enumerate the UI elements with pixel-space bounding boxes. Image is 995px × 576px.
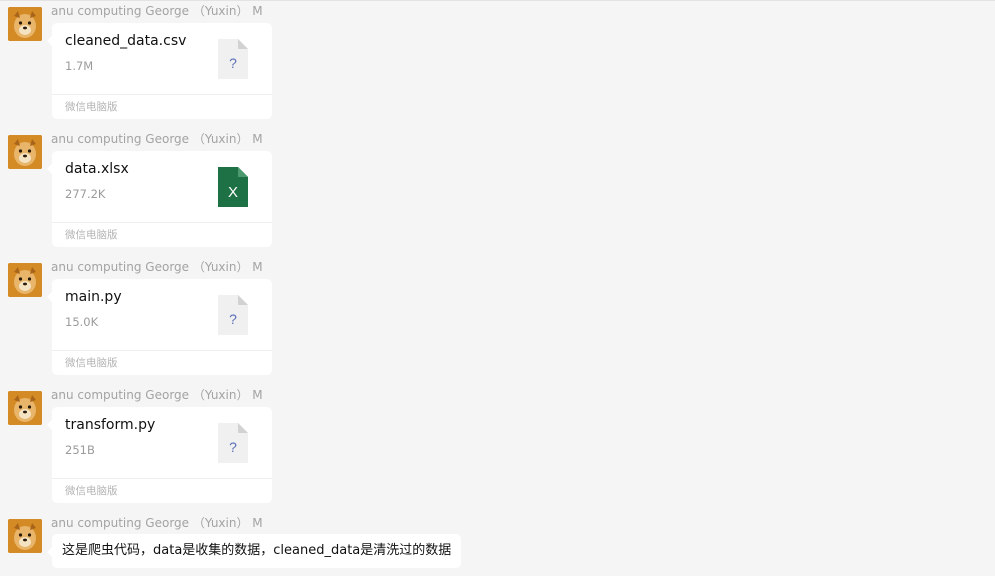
bubble-divider	[52, 222, 272, 223]
file-bubble[interactable]: data.xlsx 277.2K X 微信电脑版	[47, 151, 272, 247]
dog-avatar-icon	[8, 519, 42, 553]
sender-name: anu computing George （Yuxin） M	[51, 388, 263, 402]
bubble-divider	[52, 478, 272, 479]
source-label: 微信电脑版	[65, 485, 118, 497]
chat-message-list[interactable]: anu computing George （Yuxin） M cleaned_d…	[0, 0, 995, 576]
bubble-divider	[52, 94, 272, 95]
file-name: transform.py	[65, 417, 156, 433]
file-name: cleaned_data.csv	[65, 33, 187, 49]
unknown-file-icon: ?	[218, 295, 248, 335]
file-bubble[interactable]: main.py 15.0K ? 微信电脑版	[47, 279, 272, 375]
file-size: 251B	[65, 443, 95, 457]
sender-name: anu computing George （Yuxin） M	[51, 132, 263, 146]
dog-avatar-icon	[8, 7, 42, 41]
file-bubble[interactable]: transform.py 251B ? 微信电脑版	[47, 407, 272, 503]
excel-file-icon: X	[218, 167, 248, 207]
dog-avatar-icon	[8, 391, 42, 425]
sender-name: anu computing George （Yuxin） M	[51, 516, 263, 530]
avatar[interactable]	[8, 7, 42, 41]
dog-avatar-icon	[8, 263, 42, 297]
file-name: main.py	[65, 289, 122, 305]
file-size: 1.7M	[65, 59, 94, 73]
sender-name: anu computing George （Yuxin） M	[51, 4, 263, 18]
file-size: 15.0K	[65, 315, 99, 329]
dog-avatar-icon	[8, 135, 42, 169]
file-icon-glyph: ?	[229, 55, 237, 71]
file-size: 277.2K	[65, 187, 106, 201]
unknown-file-icon: ?	[218, 39, 248, 79]
bubble-divider	[52, 350, 272, 351]
file-bubble[interactable]: cleaned_data.csv 1.7M ? 微信电脑版	[47, 23, 272, 119]
file-name: data.xlsx	[65, 161, 129, 177]
sender-name: anu computing George （Yuxin） M	[51, 260, 263, 274]
file-icon-glyph: ?	[229, 311, 237, 327]
text-bubble[interactable]: 这是爬虫代码，data是收集的数据，cleaned_data是清洗过的数据	[46, 534, 462, 568]
avatar[interactable]	[8, 263, 42, 297]
file-icon-glyph: ?	[229, 439, 237, 455]
source-label: 微信电脑版	[65, 101, 118, 113]
unknown-file-icon: ?	[218, 423, 248, 463]
source-label: 微信电脑版	[65, 357, 118, 369]
source-label: 微信电脑版	[65, 229, 118, 241]
avatar[interactable]	[8, 135, 42, 169]
file-icon-glyph: X	[228, 184, 238, 201]
avatar[interactable]	[8, 391, 42, 425]
avatar[interactable]	[8, 519, 42, 553]
